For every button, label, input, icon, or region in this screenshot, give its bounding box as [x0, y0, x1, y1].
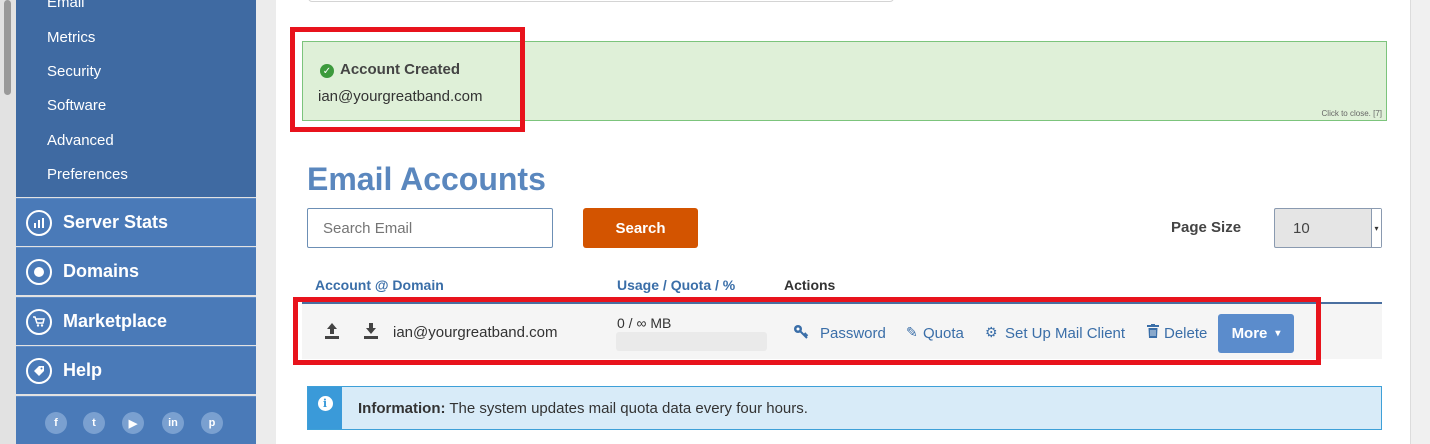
- column-header-actions: Actions: [784, 277, 836, 293]
- bar-chart-icon: [26, 209, 52, 236]
- sidebar-item-label: Marketplace: [63, 311, 168, 331]
- column-header-account[interactable]: Account @ Domain: [315, 277, 444, 293]
- page-size-select[interactable]: 10 ▾: [1274, 208, 1382, 248]
- submenu-item-metrics[interactable]: Metrics: [47, 29, 95, 46]
- info-alert: i Information: The system updates mail q…: [307, 386, 1382, 430]
- info-message: Information: The system updates mail quo…: [358, 400, 808, 417]
- submenu-item-security[interactable]: Security: [47, 63, 101, 80]
- info-label: Information:: [358, 400, 446, 417]
- tag-icon: [26, 357, 52, 384]
- top-input[interactable]: [308, 0, 894, 2]
- search-input[interactable]: [307, 208, 553, 248]
- twitter-icon[interactable]: t: [83, 412, 105, 434]
- search-button[interactable]: Search: [583, 208, 698, 248]
- sidebar-item-marketplace[interactable]: Marketplace: [16, 297, 256, 345]
- pinterest-icon[interactable]: p: [201, 412, 223, 434]
- info-icon: i: [317, 396, 333, 411]
- sidebar-item-domains[interactable]: Domains: [16, 247, 256, 295]
- highlight-box-row: [293, 297, 1321, 365]
- page-scrollbar[interactable]: [1410, 0, 1430, 444]
- youtube-icon[interactable]: ▶: [122, 412, 144, 434]
- sidebar: Email Metrics Security Software Advanced…: [0, 0, 256, 444]
- sidebar-item-label: Server Stats: [63, 212, 169, 232]
- main-content: ✓ Account Created ian@yourgreatband.com …: [276, 0, 1410, 444]
- social-links: f t ▶ in p: [16, 396, 256, 444]
- facebook-icon[interactable]: f: [45, 412, 67, 434]
- cart-icon: [26, 308, 52, 335]
- chevron-down-icon: ▾: [1371, 209, 1381, 247]
- page-size-value: 10: [1293, 220, 1310, 237]
- sidebar-item-server-stats[interactable]: Server Stats: [16, 198, 256, 246]
- column-header-usage[interactable]: Usage / Quota / %: [617, 277, 735, 293]
- submenu-item-email[interactable]: Email: [47, 0, 85, 11]
- info-text: The system updates mail quota data every…: [445, 400, 808, 417]
- page-title: Email Accounts: [307, 161, 546, 197]
- globe-icon: [26, 258, 52, 285]
- sidebar-item-label: Help: [63, 360, 103, 380]
- alert-close-hint[interactable]: Click to close. [7]: [1322, 109, 1382, 118]
- submenu-item-software[interactable]: Software: [47, 97, 106, 114]
- highlight-box-alert: [290, 27, 525, 132]
- sidebar-scrollbar[interactable]: [4, 0, 11, 95]
- email-submenu: Email Metrics Security Software Advanced…: [16, 0, 256, 197]
- sidebar-item-label: Domains: [63, 261, 140, 281]
- page-size-label: Page Size: [1171, 219, 1242, 236]
- linkedin-icon[interactable]: in: [162, 412, 184, 434]
- sidebar-item-help[interactable]: Help: [16, 346, 256, 394]
- submenu-item-advanced[interactable]: Advanced: [47, 132, 114, 149]
- submenu-item-preferences[interactable]: Preferences: [47, 166, 128, 183]
- info-icon-panel: i: [308, 387, 342, 429]
